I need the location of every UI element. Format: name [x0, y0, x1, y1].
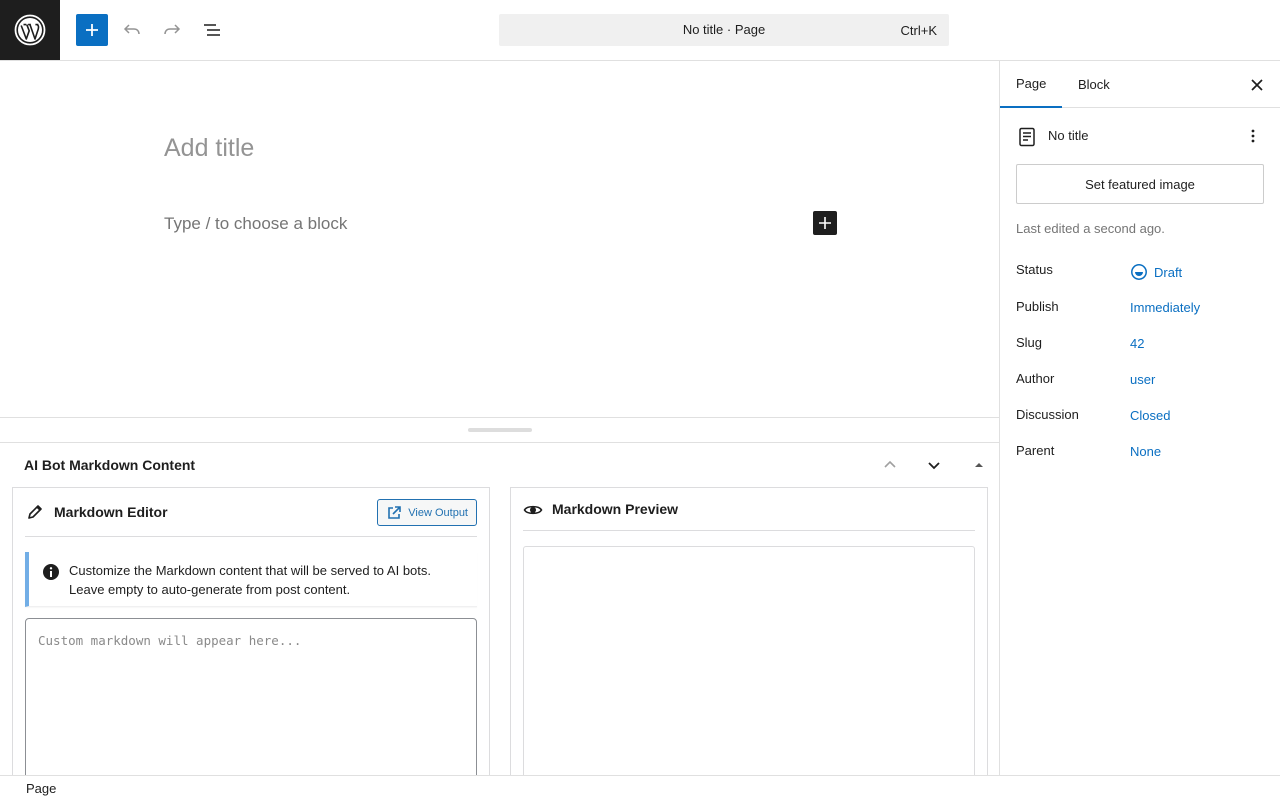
resize-handle[interactable] [468, 428, 532, 432]
publish-value-button[interactable]: Immediately [1130, 300, 1200, 315]
author-row: Author user [1016, 367, 1265, 391]
slug-row: Slug 42 [1016, 331, 1265, 355]
document-overview-button[interactable] [196, 14, 228, 46]
view-output-button[interactable]: View Output [377, 499, 477, 526]
close-sidebar-button[interactable] [1245, 73, 1269, 97]
caret-up-icon [975, 463, 983, 467]
parent-value-button[interactable]: None [1130, 444, 1161, 459]
default-block-appender[interactable]: Type / to choose a block [164, 214, 347, 234]
status-row: Status Draft [1016, 258, 1265, 282]
discussion-row: Discussion Closed [1016, 403, 1265, 427]
block-inserter-button[interactable] [76, 14, 108, 46]
undo-button[interactable] [116, 14, 148, 46]
redo-icon [164, 24, 181, 35]
slug-label: Slug [1016, 335, 1043, 350]
textarea-placeholder: Custom markdown will appear here... [38, 633, 302, 648]
publish-label: Publish [1016, 299, 1059, 314]
parent-row: Parent None [1016, 439, 1265, 463]
markdown-preview-panel: Markdown Preview [510, 487, 988, 776]
panel-header: Markdown Editor View Output [25, 488, 477, 537]
post-title-input[interactable]: Add title [164, 134, 254, 163]
set-featured-image-button[interactable]: Set featured image [1016, 164, 1264, 204]
document-card: No title [1016, 124, 1265, 148]
chevron-down-icon [928, 462, 940, 470]
redo-button[interactable] [156, 14, 188, 46]
markdown-editor-panel: Markdown Editor View Output Customize th… [12, 487, 490, 776]
block-breadcrumb-bar: Page [0, 775, 1280, 800]
panel-title: Markdown Preview [552, 501, 679, 517]
notice-line-2: Leave empty to auto-generate from post c… [69, 582, 351, 597]
status-value-button[interactable]: Draft [1130, 263, 1182, 281]
metabox-container: AI Bot Markdown Content Markdown Editor [0, 443, 999, 776]
editor-header: No title · Page Ctrl+K [0, 0, 1280, 61]
discussion-label: Discussion [1016, 407, 1079, 422]
metabox-resize-bar [0, 417, 999, 443]
move-up-button[interactable] [878, 453, 902, 477]
page-icon [1019, 127, 1035, 147]
command-palette-bar[interactable]: No title · Page Ctrl+K [499, 14, 949, 46]
document-title-label: No title · Page [682, 22, 766, 37]
slug-value-button[interactable]: 42 [1130, 336, 1144, 351]
info-notice: Customize the Markdown content that will… [25, 552, 477, 607]
wordpress-logo-button[interactable] [0, 0, 60, 60]
panel-header: Markdown Preview [523, 488, 975, 531]
panel-title: Markdown Editor [54, 504, 168, 520]
external-link-icon [388, 505, 402, 519]
eye-icon [523, 500, 543, 520]
publish-row: Publish Immediately [1016, 295, 1265, 319]
parent-label: Parent [1016, 443, 1055, 458]
document-overview-icon [204, 24, 220, 36]
status-label: Status [1016, 262, 1053, 277]
notice-text: Customize the Markdown content that will… [69, 561, 449, 599]
close-icon [1251, 79, 1263, 91]
pencil-icon [25, 502, 45, 522]
draft-status-icon [1131, 264, 1147, 280]
undo-icon [123, 24, 140, 35]
status-value: Draft [1154, 264, 1183, 280]
author-value-button[interactable]: user [1130, 372, 1155, 387]
document-title: No title [1048, 128, 1089, 143]
discussion-value-button[interactable]: Closed [1130, 408, 1170, 423]
wordpress-logo-icon [14, 14, 46, 46]
editor-canvas: Add title Type / to choose a block [0, 61, 999, 417]
tab-page[interactable]: Page [1000, 61, 1063, 108]
plus-icon [86, 24, 98, 36]
add-block-button[interactable] [813, 211, 837, 235]
keyboard-shortcut-label: Ctrl+K [900, 23, 937, 38]
settings-sidebar: Page Block No title Set featured image L… [999, 61, 1280, 775]
sidebar-tabs: Page Block [1000, 61, 1280, 108]
last-edited-text: Last edited a second ago. [1016, 221, 1165, 236]
author-label: Author [1016, 371, 1055, 386]
tab-block[interactable]: Block [1062, 61, 1126, 108]
metabox-title: AI Bot Markdown Content [24, 457, 196, 473]
breadcrumb-item[interactable]: Page [26, 781, 56, 796]
markdown-preview-area [523, 546, 975, 776]
notice-line-1: Customize the Markdown content that will… [69, 563, 432, 578]
toggle-panel-button[interactable] [967, 453, 991, 477]
more-vertical-icon [1251, 129, 1255, 143]
view-output-label: View Output [408, 506, 468, 519]
move-down-button[interactable] [922, 453, 946, 477]
plus-icon [819, 217, 831, 229]
chevron-up-icon [884, 460, 896, 468]
markdown-textarea[interactable]: Custom markdown will appear here... [25, 618, 477, 776]
document-actions-button[interactable] [1241, 124, 1265, 148]
info-icon [43, 564, 59, 580]
